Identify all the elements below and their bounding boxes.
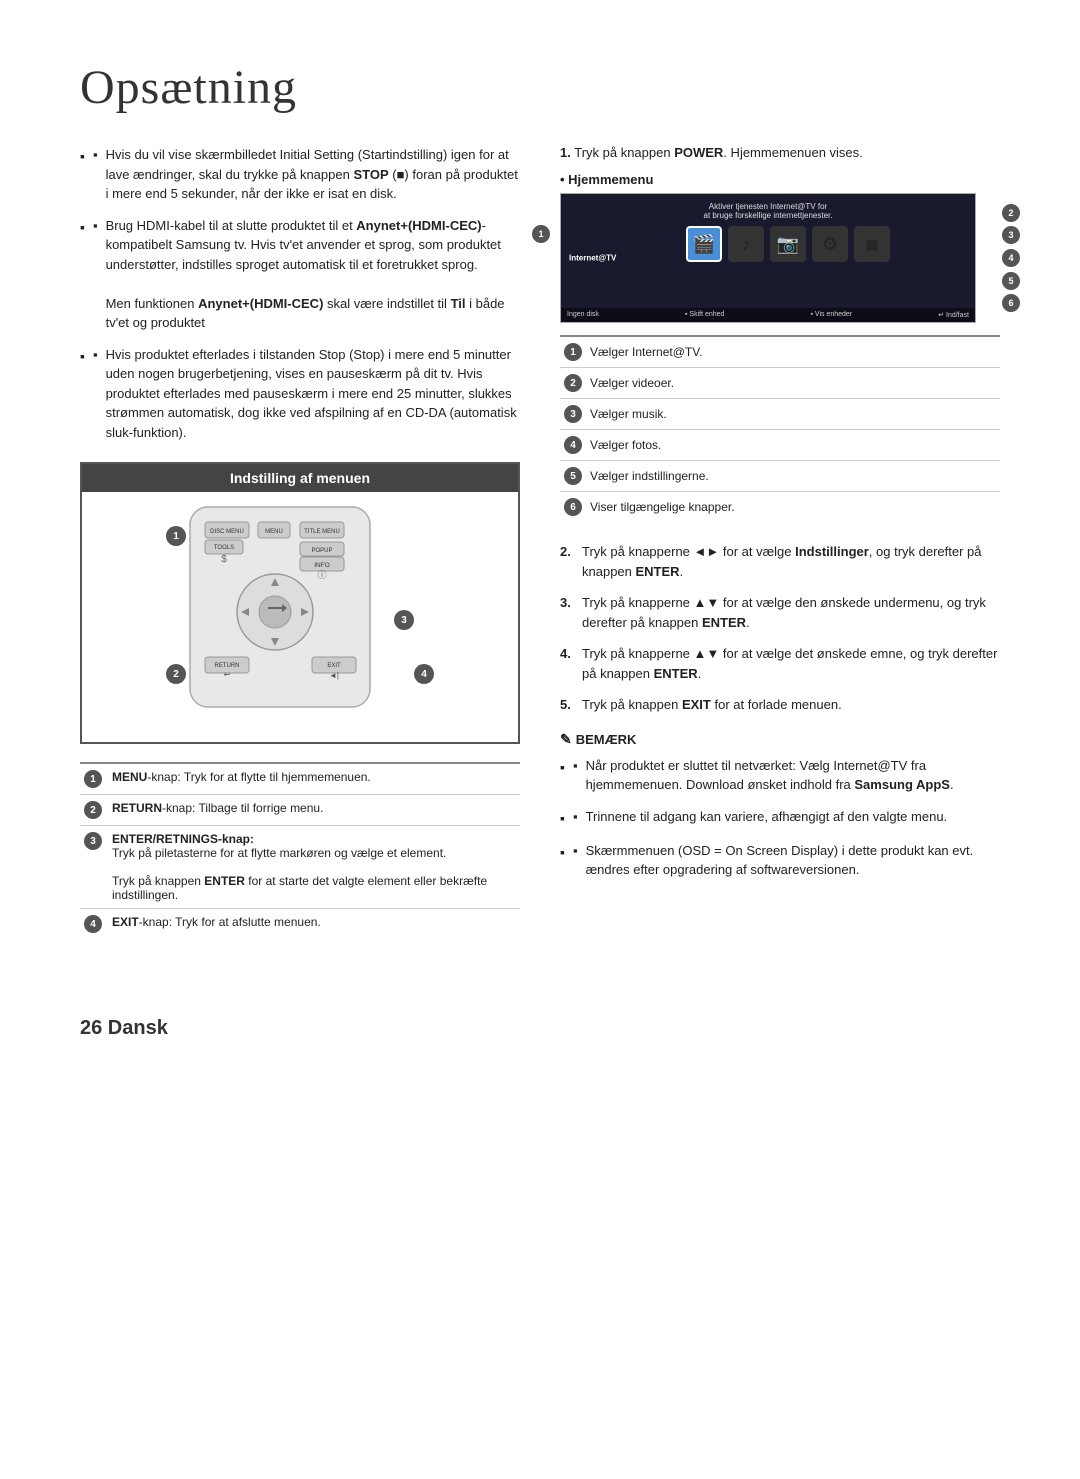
page-footer: 26 Dansk — [80, 1017, 1000, 1040]
home-menu-callouts: 2 3 4 5 6 — [1002, 193, 1020, 323]
svg-text:MENU: MENU — [265, 529, 283, 535]
home-menu-screenshot: Aktiver tjenesten Internet@TV forat brug… — [560, 193, 976, 323]
bullet-marker: ▪ — [573, 807, 578, 829]
page-title: Opsætning — [80, 60, 1000, 115]
home-callout-row: 2 Vælger videoer. — [560, 368, 1000, 399]
svg-text:$: $ — [221, 554, 227, 565]
bemærk-section: BEMÆRK ▪ Når produktet er sluttet til ne… — [560, 731, 1000, 880]
section-box-header: Indstilling af menuen — [82, 464, 518, 492]
bemærk-item: ▪ Skærmmenuen (OSD = On Screen Display) … — [560, 841, 1000, 880]
bemærk-title: BEMÆRK — [560, 731, 1000, 748]
bullet-item: ▪ Hvis produktet efterlades i tilstanden… — [80, 345, 520, 443]
callout-num: 2 — [80, 795, 108, 826]
step-1: 1. Tryk på knappen POWER. Hjemmemenuen v… — [560, 145, 1000, 160]
bullet-item: ▪ Brug HDMI-kabel til at slutte produkte… — [80, 216, 520, 333]
remote-svg: DISC MENU MENU TITLE MENU POPUP TOOLS $ — [160, 502, 420, 722]
callout-3: 3 — [394, 610, 414, 630]
svg-text:RETURN: RETURN — [215, 663, 240, 669]
callout-num: 4 — [80, 909, 108, 940]
step-4: 4. Tryk på knapperne ▲▼ for at vælge det… — [560, 644, 1000, 683]
bullet-marker: ▪ — [93, 216, 98, 333]
hjemmemenu-label: Hjemmemenu — [560, 172, 1000, 187]
bullet-marker: ▪ — [93, 145, 98, 204]
home-callout-table: 1 Vælger Internet@TV. 2 Vælger videoer. … — [560, 335, 1000, 522]
svg-text:ⓘ: ⓘ — [317, 570, 326, 580]
bullet-marker: ▪ — [93, 345, 98, 443]
indstilling-section: Indstilling af menuen DISC MENU MENU TIT… — [80, 462, 520, 744]
home-callout-row: 5 Vælger indstillingerne. — [560, 461, 1000, 492]
callout-2: 2 — [166, 664, 186, 684]
callout-row: 1 MENU-knap: Tryk for at flytte til hjem… — [80, 763, 520, 795]
home-callout-row: 3 Vælger musik. — [560, 399, 1000, 430]
callout-row: 3 ENTER/RETNINGS-knap: Tryk på piletaste… — [80, 826, 520, 909]
svg-text:◄|: ◄| — [329, 671, 339, 680]
bemærk-bullets: ▪ Når produktet er sluttet til netværket… — [560, 756, 1000, 880]
step-5: 5. Tryk på knappen EXIT for at forlade m… — [560, 695, 1000, 715]
bullet-item: ▪ Hvis du vil vise skærmbilledet Initial… — [80, 145, 520, 204]
svg-text:POPUP: POPUP — [311, 548, 332, 554]
home-callout-row: 6 Viser tilgængelige knapper. — [560, 492, 1000, 523]
svg-text:DISC MENU: DISC MENU — [210, 529, 244, 535]
bullet-marker: ▪ — [573, 841, 578, 880]
steps-list: 2. Tryk på knapperne ◄► for at vælge Ind… — [560, 542, 1000, 715]
step-1-num: 1. — [560, 145, 571, 160]
svg-text:↩: ↩ — [224, 670, 231, 679]
callout-row: 4 EXIT-knap: Tryk for at afslutte menuen… — [80, 909, 520, 940]
step-3: 3. Tryk på knapperne ▲▼ for at vælge den… — [560, 593, 1000, 632]
step-2: 2. Tryk på knapperne ◄► for at vælge Ind… — [560, 542, 1000, 581]
callout-row: 2 RETURN-knap: Tilbage til forrige menu. — [80, 795, 520, 826]
home-callout-row: 1 Vælger Internet@TV. — [560, 336, 1000, 368]
home-callout-row: 4 Vælger fotos. — [560, 430, 1000, 461]
callout-num: 3 — [80, 826, 108, 909]
home-callout-1: 1 — [532, 225, 550, 243]
svg-text:EXIT: EXIT — [327, 663, 341, 669]
remote-control-diagram: DISC MENU MENU TITLE MENU POPUP TOOLS $ — [82, 492, 518, 742]
intro-bullets: ▪ Hvis du vil vise skærmbilledet Initial… — [80, 145, 520, 442]
callout-num: 1 — [80, 763, 108, 795]
callout-table: 1 MENU-knap: Tryk for at flytte til hjem… — [80, 762, 520, 939]
left-column: ▪ Hvis du vil vise skærmbilledet Initial… — [80, 145, 520, 957]
bemærk-item: ▪ Trinnene til adgang kan variere, afhæn… — [560, 807, 1000, 829]
svg-text:TITLE MENU: TITLE MENU — [304, 529, 340, 535]
home-menu-wrapper: Aktiver tjenesten Internet@TV forat brug… — [560, 193, 1000, 323]
callout-1: 1 — [166, 526, 186, 546]
svg-text:TOOLS: TOOLS — [214, 545, 234, 551]
bemærk-item: ▪ Når produktet er sluttet til netværket… — [560, 756, 1000, 795]
callout-4: 4 — [414, 664, 434, 684]
bullet-marker: ▪ — [573, 756, 578, 795]
svg-text:INFO: INFO — [314, 562, 330, 569]
right-column: 1. Tryk på knappen POWER. Hjemmemenuen v… — [560, 145, 1000, 900]
